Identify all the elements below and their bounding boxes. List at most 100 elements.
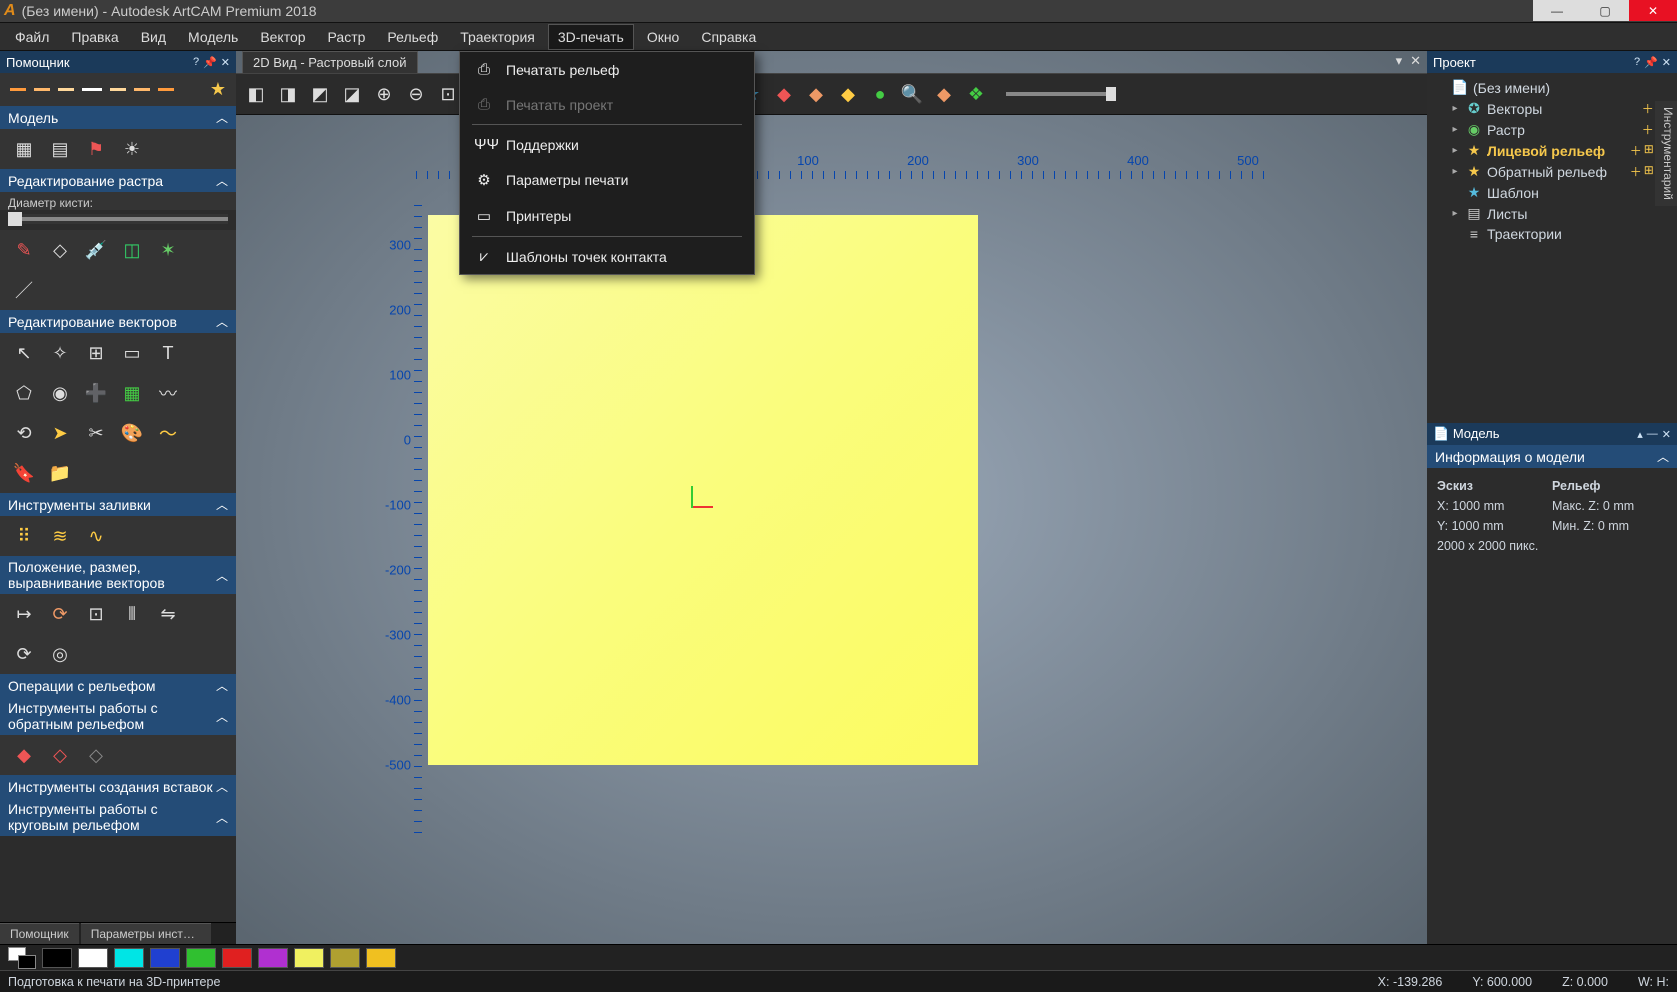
tool-folder[interactable]: 📁	[46, 459, 74, 487]
model-canvas[interactable]	[428, 215, 978, 765]
tree-шаблон[interactable]: ★Шаблон👁	[1431, 182, 1673, 203]
help-icon[interactable]: ?	[1634, 56, 1640, 69]
fg-bg-swatch[interactable]	[8, 947, 36, 969]
help-icon[interactable]: ?	[193, 56, 199, 69]
menu-рельеф[interactable]: Рельеф	[378, 25, 447, 49]
view-cube1-icon[interactable]: ◨	[276, 82, 300, 106]
tool-new-sheet[interactable]: ▦	[10, 135, 38, 163]
tool-grid[interactable]: ⊞	[82, 339, 110, 367]
swatch-f0f060[interactable]	[294, 948, 324, 968]
menu-item-печатать-рельеф[interactable]: ⎙Печатать рельеф	[460, 52, 754, 87]
tool-light[interactable]: ☀	[118, 135, 146, 163]
close-icon[interactable]: ✕	[1662, 56, 1671, 69]
menu-3d-печать[interactable]: 3D-печать	[548, 24, 634, 50]
pin-icon[interactable]: 📌	[1644, 56, 1658, 69]
zoom-search-icon[interactable]: 🔍	[900, 82, 924, 106]
pin-icon[interactable]: ▴	[1637, 428, 1643, 441]
menu-файл[interactable]: Файл	[6, 25, 58, 49]
tool-rotate[interactable]: ⟳	[46, 600, 74, 628]
tool-bookmark[interactable]: 🔖	[10, 459, 38, 487]
tool-flag[interactable]: ⚑	[82, 135, 110, 163]
minimize-button[interactable]: —	[1533, 0, 1581, 21]
menu-справка[interactable]: Справка	[692, 25, 765, 49]
tool-pencil[interactable]: ✎	[10, 236, 38, 264]
brush-diameter-slider[interactable]	[8, 214, 228, 224]
menu-вектор[interactable]: Вектор	[251, 25, 314, 49]
swatch-30c030[interactable]	[186, 948, 216, 968]
tool-camera[interactable]: ◉	[46, 379, 74, 407]
tool-fill-wave[interactable]: ≋	[46, 522, 74, 550]
tree-векторы[interactable]: ▸✪Векторы＋👁	[1431, 98, 1673, 119]
viewport[interactable]: 2D Вид - Растровый слой ▾ ✕ ◧ ◨ ◩ ◪ ⊕ ⊖ …	[236, 51, 1427, 944]
swatch-b0a030[interactable]	[330, 948, 360, 968]
tool-mirror[interactable]: ⇋	[154, 600, 182, 628]
layer-red-icon[interactable]: ◆	[772, 82, 796, 106]
opacity-slider[interactable]	[1006, 92, 1116, 96]
tool-wave[interactable]: 〜	[154, 419, 182, 447]
menu-траектория[interactable]: Траектория	[451, 25, 544, 49]
section-relief-ops[interactable]: Операции с рельефом︿	[0, 674, 236, 697]
swatch-f0c020[interactable]	[366, 948, 396, 968]
model-info-header[interactable]: Информация о модели︿	[1427, 445, 1677, 468]
tab-tool-params[interactable]: Параметры инструме…	[81, 923, 211, 944]
swatch-b030d0[interactable]	[258, 948, 288, 968]
tree-траектории[interactable]: ≡Траектории	[1431, 224, 1673, 244]
tool-eraser[interactable]: ◇	[46, 236, 74, 264]
tool-br1[interactable]: ◆	[10, 741, 38, 769]
zoom-in-icon[interactable]: ⊕	[372, 82, 396, 106]
layer-green-icon[interactable]: ●	[868, 82, 892, 106]
tab-assistant[interactable]: Помощник	[0, 923, 79, 944]
view-iso-icon[interactable]: ◧	[244, 82, 268, 106]
tool-picker[interactable]: 💉	[82, 236, 110, 264]
section-vector-edit[interactable]: Редактирование векторов︿	[0, 310, 236, 333]
section-ring-relief[interactable]: Инструменты работы с круговым рельефом︿	[0, 798, 236, 836]
tool-node[interactable]: ✧	[46, 339, 74, 367]
tree-листы[interactable]: ▸▤Листы	[1431, 203, 1673, 224]
tool-color-swap[interactable]: ◫	[118, 236, 146, 264]
tool-plus[interactable]: ➕	[82, 379, 110, 407]
swatch-000000[interactable]	[42, 948, 72, 968]
tool-refresh[interactable]: ⟳	[10, 640, 38, 668]
tool-br2[interactable]: ◇	[46, 741, 74, 769]
tool-sheet-props[interactable]: ▤	[46, 135, 74, 163]
tree-обратный-рельеф[interactable]: ▸★Обратный рельеф＋⊞👁	[1431, 161, 1673, 182]
tree-растр[interactable]: ▸◉Растр＋👁	[1431, 119, 1673, 140]
close-icon[interactable]: ✕	[221, 56, 230, 69]
tool-fill-dots[interactable]: ⠿	[10, 522, 38, 550]
close-icon[interactable]: ✕	[1662, 428, 1671, 441]
tool-curve[interactable]: 〰	[154, 379, 182, 407]
section-transform[interactable]: Положение, размер, выравнивание векторов…	[0, 556, 236, 594]
section-fill-tools[interactable]: Инструменты заливки︿	[0, 493, 236, 516]
menu-вид[interactable]: Вид	[132, 25, 175, 49]
section-model[interactable]: Модель︿	[0, 106, 236, 129]
menu-правка[interactable]: Правка	[62, 25, 127, 49]
menu-растр[interactable]: Растр	[319, 25, 375, 49]
menu-окно[interactable]: Окно	[638, 25, 689, 49]
viewport-tab[interactable]: 2D Вид - Растровый слой	[242, 51, 418, 73]
tool-arc[interactable]: ⟲	[10, 419, 38, 447]
tool-scissors[interactable]: ✂	[82, 419, 110, 447]
swatch-ffffff[interactable]	[78, 948, 108, 968]
tool-gradient[interactable]: ✶	[154, 236, 182, 264]
view-cube2-icon[interactable]: ◩	[308, 82, 332, 106]
tool-target[interactable]: ◎	[46, 640, 74, 668]
tool-paint[interactable]: 🎨	[118, 419, 146, 447]
viewport-dropdown-icon[interactable]: ▾	[1396, 53, 1403, 69]
min-icon[interactable]: —	[1647, 428, 1658, 441]
swatch-00e5e5[interactable]	[114, 948, 144, 968]
tool-fill-path[interactable]: ∿	[82, 522, 110, 550]
menu-item-шаблоны-точек-контакта[interactable]: ⩗Шаблоны точек контакта	[460, 239, 754, 274]
tree-(без-имени)[interactable]: 📄(Без имени)	[1431, 77, 1673, 98]
menu-item-поддержки[interactable]: ΨΨПоддержки	[460, 127, 754, 162]
tool-bounds[interactable]: ⊡	[82, 600, 110, 628]
zoom-out-icon[interactable]: ⊖	[404, 82, 428, 106]
zoom-fit-icon[interactable]: ⊡	[436, 82, 460, 106]
tool-sheet2[interactable]: ▦	[118, 379, 146, 407]
tool-text[interactable]: T	[154, 339, 182, 367]
tool-select[interactable]: ↖	[10, 339, 38, 367]
tool-line[interactable]: ／	[10, 276, 38, 304]
tool-arrow[interactable]: ➤	[46, 419, 74, 447]
menu-item-принтеры[interactable]: ▭Принтеры	[460, 198, 754, 234]
tool-poly[interactable]: ⬠	[10, 379, 38, 407]
section-insert-tools[interactable]: Инструменты создания вставок︿	[0, 775, 236, 798]
